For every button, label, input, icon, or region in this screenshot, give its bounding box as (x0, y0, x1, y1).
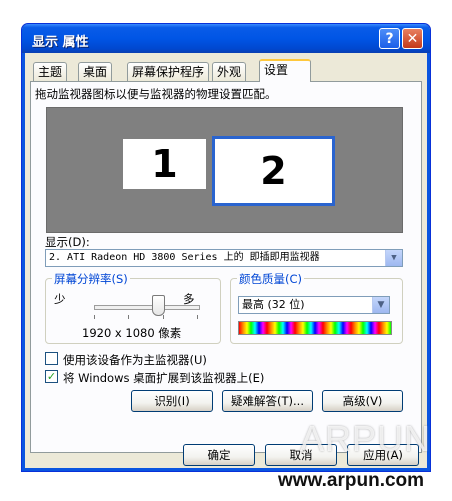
resolution-group: 屏幕分辨率(S) 少 多 1920 x 1080 像素 (45, 271, 221, 344)
color-quality-title: 颜色质量(C) (237, 271, 305, 287)
color-quality-select[interactable]: 最高 (32 位) ▼ (238, 296, 390, 314)
resolution-less-label: 少 (54, 292, 66, 306)
color-spectrum-bar (238, 321, 392, 335)
display-select[interactable]: 2. ATI Radeon HD 3800 Series 上的 即插即用监视器 … (45, 249, 403, 267)
close-button[interactable]: ✕ (402, 28, 423, 49)
extend-desktop-label: 将 Windows 桌面扩展到该监视器上(E) (63, 371, 265, 385)
monitor-1[interactable]: 1 (123, 139, 206, 189)
color-quality-group: 颜色质量(C) 最高 (32 位) ▼ (230, 271, 403, 344)
chevron-down-icon[interactable]: ▼ (372, 297, 389, 313)
resolution-title: 屏幕分辨率(S) (52, 271, 130, 287)
slider-track[interactable] (94, 305, 200, 310)
slider-thumb[interactable] (152, 295, 165, 316)
color-quality-value: 最高 (32 位) (242, 298, 305, 311)
help-button[interactable]: ? (379, 28, 400, 49)
tab-appearance[interactable]: 外观 (212, 62, 247, 81)
display-label: 显示(D): (45, 235, 90, 249)
title-bar[interactable]: 显示 属性 ? ✕ (22, 24, 430, 53)
tab-settings[interactable]: 设置 (259, 59, 311, 82)
monitor-arrangement-area: 1 2 (46, 107, 403, 233)
ok-button[interactable]: 确定 (183, 444, 255, 466)
tab-screensaver[interactable]: 屏幕保护程序 (127, 62, 210, 81)
troubleshoot-button[interactable]: 疑难解答(T)... (222, 390, 313, 412)
watermark-logo: ARPUN (300, 418, 432, 459)
tab-themes[interactable]: 主题 (33, 62, 68, 81)
resolution-value: 1920 x 1080 像素 (82, 326, 182, 340)
window-title: 显示 属性 (32, 35, 89, 50)
primary-monitor-label: 使用该设备作为主监视器(U) (63, 353, 207, 367)
tab-desktop[interactable]: 桌面 (78, 62, 113, 81)
display-properties-window: 显示 属性 ? ✕ 主题 桌面 屏幕保护程序 外观 设置 拖动监视器图标以便与监… (21, 23, 431, 472)
primary-monitor-checkbox[interactable] (45, 352, 58, 365)
settings-panel: 拖动监视器图标以便与监视器的物理设置匹配。 1 2 显示(D): 2. ATI … (30, 81, 422, 453)
display-select-value: 2. ATI Radeon HD 3800 Series 上的 即插即用监视器 (49, 252, 320, 263)
extend-desktop-checkbox[interactable]: ✓ (45, 370, 58, 383)
dialog-client-area: 主题 桌面 屏幕保护程序 外观 设置 拖动监视器图标以便与监视器的物理设置匹配。… (25, 53, 427, 468)
monitor-2[interactable]: 2 (212, 136, 335, 206)
website-url: www.arpun.com (278, 470, 425, 491)
chevron-down-icon[interactable]: ▼ (385, 250, 402, 266)
identify-button[interactable]: 识别(I) (131, 390, 213, 412)
slider-ticks (94, 315, 198, 320)
instruction-text: 拖动监视器图标以便与监视器的物理设置匹配。 (35, 87, 277, 101)
advanced-button[interactable]: 高级(V) (322, 390, 403, 412)
